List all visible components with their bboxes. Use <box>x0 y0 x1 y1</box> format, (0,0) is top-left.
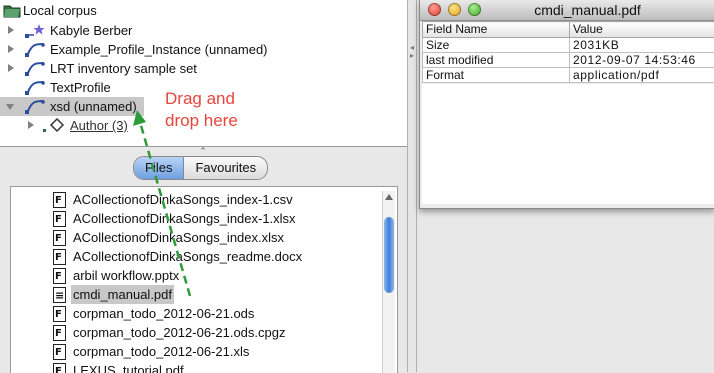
drag-drop-annotation: Drag and drop here <box>165 88 238 132</box>
cmdi-node-icon <box>24 59 46 78</box>
file-name: ACollectionofDinkaSongs_index-1.xlsx <box>73 209 296 228</box>
column-header-field[interactable]: Field Name <box>423 22 570 38</box>
file-name: LEXUS_tutorial.pdf <box>73 361 184 373</box>
grip-icon: ◂▸ <box>410 44 414 60</box>
file-name: ACollectionofDinkaSongs_readme.docx <box>73 247 302 266</box>
file-name: corpman_todo_2012-06-21.xls <box>73 342 249 361</box>
file-icon <box>53 230 66 246</box>
scrollbar-thumb[interactable] <box>384 217 394 293</box>
expand-arrow-icon[interactable] <box>8 45 14 53</box>
field-value-cell: 2012-09-07 14:53:46 <box>570 53 714 68</box>
tree-node-kabyle[interactable]: Kabyle Berber <box>0 21 400 40</box>
annotation-line-2: drop here <box>165 110 238 132</box>
vertical-scrollbar[interactable] <box>382 191 395 373</box>
file-icon <box>53 268 66 284</box>
source-tabs: Files Favourites <box>133 156 268 180</box>
expand-arrow-icon[interactable] <box>8 26 14 34</box>
annotation-line-1: Drag and <box>165 88 238 110</box>
metadata-window: cmdi_manual.pdf Field Name Value Size 20… <box>419 0 714 209</box>
file-name: arbil workflow.pptx <box>73 266 179 285</box>
file-icon <box>53 249 66 265</box>
file-list: ACollectionofDinkaSongs_index-1.csv ACol… <box>10 186 398 373</box>
cmdi-node-icon <box>24 21 46 40</box>
field-name-cell: last modified <box>423 53 570 68</box>
window-title: cmdi_manual.pdf <box>420 0 714 20</box>
cmdi-node-icon <box>24 97 46 116</box>
tree-node-label: Example_Profile_Instance (unnamed) <box>50 40 268 59</box>
collapse-arrow-icon[interactable] <box>6 104 14 110</box>
tree-node-label: TextProfile <box>50 78 111 97</box>
metadata-table: Field Name Value Size 2031KB last modifi… <box>422 21 714 83</box>
document-icon <box>53 287 66 303</box>
tree-root-label: Local corpus <box>23 1 97 20</box>
tree-node-xsd[interactable]: xsd (unnamed) <box>0 97 144 116</box>
table-row[interactable]: Size 2031KB <box>423 38 714 53</box>
expand-arrow-icon[interactable] <box>28 121 34 129</box>
file-name: cmdi_manual.pdf <box>71 285 174 304</box>
scroll-up-icon[interactable] <box>385 194 393 200</box>
file-icon <box>53 211 66 227</box>
tree-node-label: LRT inventory sample set <box>50 59 197 78</box>
tree-node-label: xsd (unnamed) <box>50 97 137 116</box>
table-empty-area <box>422 84 714 204</box>
cmdi-node-icon <box>24 40 46 59</box>
window-titlebar[interactable]: cmdi_manual.pdf <box>420 0 714 21</box>
file-name: ACollectionofDinkaSongs_index.xlsx <box>73 228 284 247</box>
field-name-cell: Size <box>423 38 570 53</box>
folder-icon <box>3 1 21 20</box>
file-icon <box>53 306 66 322</box>
tree-node-lrt[interactable]: LRT inventory sample set <box>0 59 400 78</box>
file-icon <box>53 325 66 341</box>
file-icon <box>53 192 66 208</box>
tree-node-example-profile[interactable]: Example_Profile_Instance (unnamed) <box>0 40 400 59</box>
field-name-cell: Format <box>423 68 570 83</box>
file-name: corpman_todo_2012-06-21.ods.cpgz <box>73 323 285 342</box>
tab-favourites[interactable]: Favourites <box>184 157 267 179</box>
file-name: corpman_todo_2012-06-21.ods <box>73 304 254 323</box>
file-name: ACollectionofDinkaSongs_index-1.csv <box>73 190 293 209</box>
tree-node-label: Kabyle Berber <box>50 21 132 40</box>
split-handle[interactable]: ⌃ <box>198 147 208 155</box>
table-row[interactable]: Format application/pdf <box>423 68 714 83</box>
column-header-value[interactable]: Value <box>570 22 714 38</box>
cmdi-node-icon <box>24 78 46 97</box>
field-value-cell: application/pdf <box>570 68 714 83</box>
file-icon <box>53 344 66 360</box>
table-row[interactable]: last modified 2012-09-07 14:53:46 <box>423 53 714 68</box>
panel-divider[interactable]: ◂▸ <box>407 0 417 372</box>
tab-files[interactable]: Files <box>134 157 184 179</box>
tree-node-label: Author (3) <box>70 116 128 135</box>
expand-arrow-icon[interactable] <box>8 64 14 72</box>
field-value-cell: 2031KB <box>570 38 714 53</box>
diamond-icon <box>42 116 64 135</box>
